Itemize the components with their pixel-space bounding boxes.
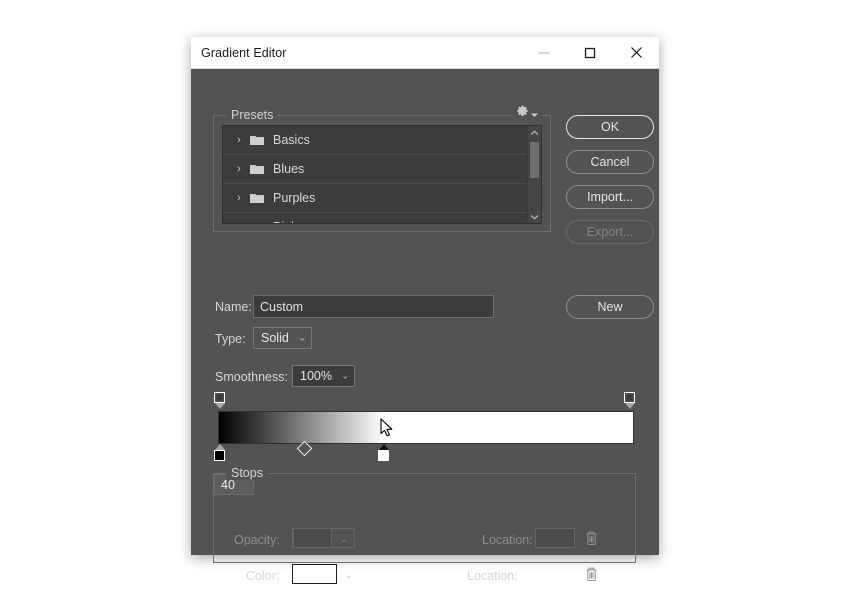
chevron-down-icon[interactable]: ⌄ <box>345 570 353 581</box>
type-select[interactable]: Solid ⌄ <box>253 327 312 349</box>
presets-list[interactable]: › Basics › Blues › Purples <box>222 125 542 224</box>
cancel-button[interactable]: Cancel <box>566 150 654 174</box>
screen: Gradient Editor Presets › Basics › Blues… <box>0 0 850 596</box>
chevron-down-icon <box>531 105 538 123</box>
folder-icon <box>250 164 264 175</box>
mouse-cursor <box>380 418 394 443</box>
dialog-body: Presets › Basics › Blues › Purples OK Ca… <box>191 69 659 584</box>
name-input[interactable]: Custom <box>253 295 494 318</box>
type-select-value: Solid <box>261 331 289 345</box>
presets-legend: Presets <box>226 108 279 122</box>
opacity-location-label: Location: <box>482 533 533 547</box>
opacity-label: Opacity: <box>234 533 280 547</box>
smoothness-select-value: 100% <box>300 369 332 383</box>
ok-button[interactable]: OK <box>566 115 654 139</box>
close-button[interactable] <box>613 37 659 68</box>
stops-group: Stops Opacity: ⌄ Location: Color: ⌄ Loca… <box>213 466 636 584</box>
opacity-stop-pointer <box>624 403 635 409</box>
color-stop-handle[interactable] <box>214 450 225 461</box>
window-title: Gradient Editor <box>201 45 287 60</box>
trash-icon <box>584 567 599 586</box>
chevron-right-icon[interactable]: › <box>234 192 244 204</box>
smoothness-label: Smoothness: <box>215 370 288 384</box>
gear-icon <box>516 105 529 123</box>
opacity-stop[interactable] <box>214 392 225 410</box>
trash-icon <box>584 531 599 550</box>
opacity-stop-handle[interactable] <box>214 392 225 403</box>
scrollbar-thumb[interactable] <box>530 142 539 178</box>
gradient-editor-dialog: Gradient Editor Presets › Basics › Blues… <box>191 37 659 584</box>
delete-color-stop-button[interactable] <box>584 566 599 587</box>
minimize-icon <box>538 47 550 59</box>
import-button[interactable]: Import... <box>566 185 654 209</box>
minimize-button[interactable] <box>521 37 567 68</box>
list-item-label: Pinks <box>273 220 304 223</box>
scroll-down-button[interactable] <box>528 210 541 223</box>
list-item-label: Blues <box>273 162 305 176</box>
presets-group: Presets › Basics › Blues › Purples <box>213 105 551 232</box>
maximize-button[interactable] <box>567 37 613 68</box>
folder-icon <box>250 193 264 204</box>
close-icon <box>630 46 643 59</box>
opacity-stop[interactable] <box>624 392 635 410</box>
folder-icon <box>250 135 264 146</box>
mouse-pointer-icon <box>380 418 394 442</box>
export-button: Export... <box>566 220 654 244</box>
color-location-label: Location: <box>467 569 518 583</box>
name-label: Name: <box>215 300 252 314</box>
stops-legend: Stops <box>226 466 268 480</box>
presets-settings-button[interactable] <box>512 105 542 123</box>
list-item[interactable]: › Basics <box>223 126 541 155</box>
list-item-label: Purples <box>273 191 316 205</box>
chevron-right-icon[interactable]: › <box>234 134 244 146</box>
chevron-right-icon[interactable]: › <box>234 221 244 223</box>
color-swatch[interactable] <box>292 564 337 584</box>
opacity-stop-handle[interactable] <box>624 392 635 403</box>
folder-icon <box>250 222 264 223</box>
list-item-label: Basics <box>273 133 310 147</box>
opacity-stop-pointer <box>214 403 225 409</box>
chevron-down-icon: ⌄ <box>341 370 349 381</box>
list-item[interactable]: › Pinks <box>223 213 541 223</box>
chevron-down-icon: ⌄ <box>340 534 348 544</box>
window-controls <box>521 37 659 68</box>
delete-opacity-stop-button <box>584 530 599 551</box>
presets-scrollbar[interactable] <box>527 126 541 223</box>
color-stop-selected[interactable] <box>378 444 389 462</box>
maximize-icon <box>584 47 596 59</box>
title-bar: Gradient Editor <box>191 37 659 69</box>
opacity-location-input <box>535 528 575 548</box>
smoothness-select[interactable]: 100% ⌄ <box>292 365 355 387</box>
type-label: Type: <box>215 332 246 346</box>
color-stop[interactable] <box>214 444 225 462</box>
gradient-preview-bar[interactable] <box>218 411 634 444</box>
chevron-down-icon: ⌄ <box>298 332 306 343</box>
scroll-up-button[interactable] <box>528 126 541 139</box>
chevron-right-icon[interactable]: › <box>234 163 244 175</box>
list-item[interactable]: › Purples <box>223 184 541 213</box>
color-stop-handle[interactable] <box>378 450 389 461</box>
color-label: Color: <box>246 569 280 583</box>
list-item[interactable]: › Blues <box>223 155 541 184</box>
new-button[interactable]: New <box>566 295 654 319</box>
